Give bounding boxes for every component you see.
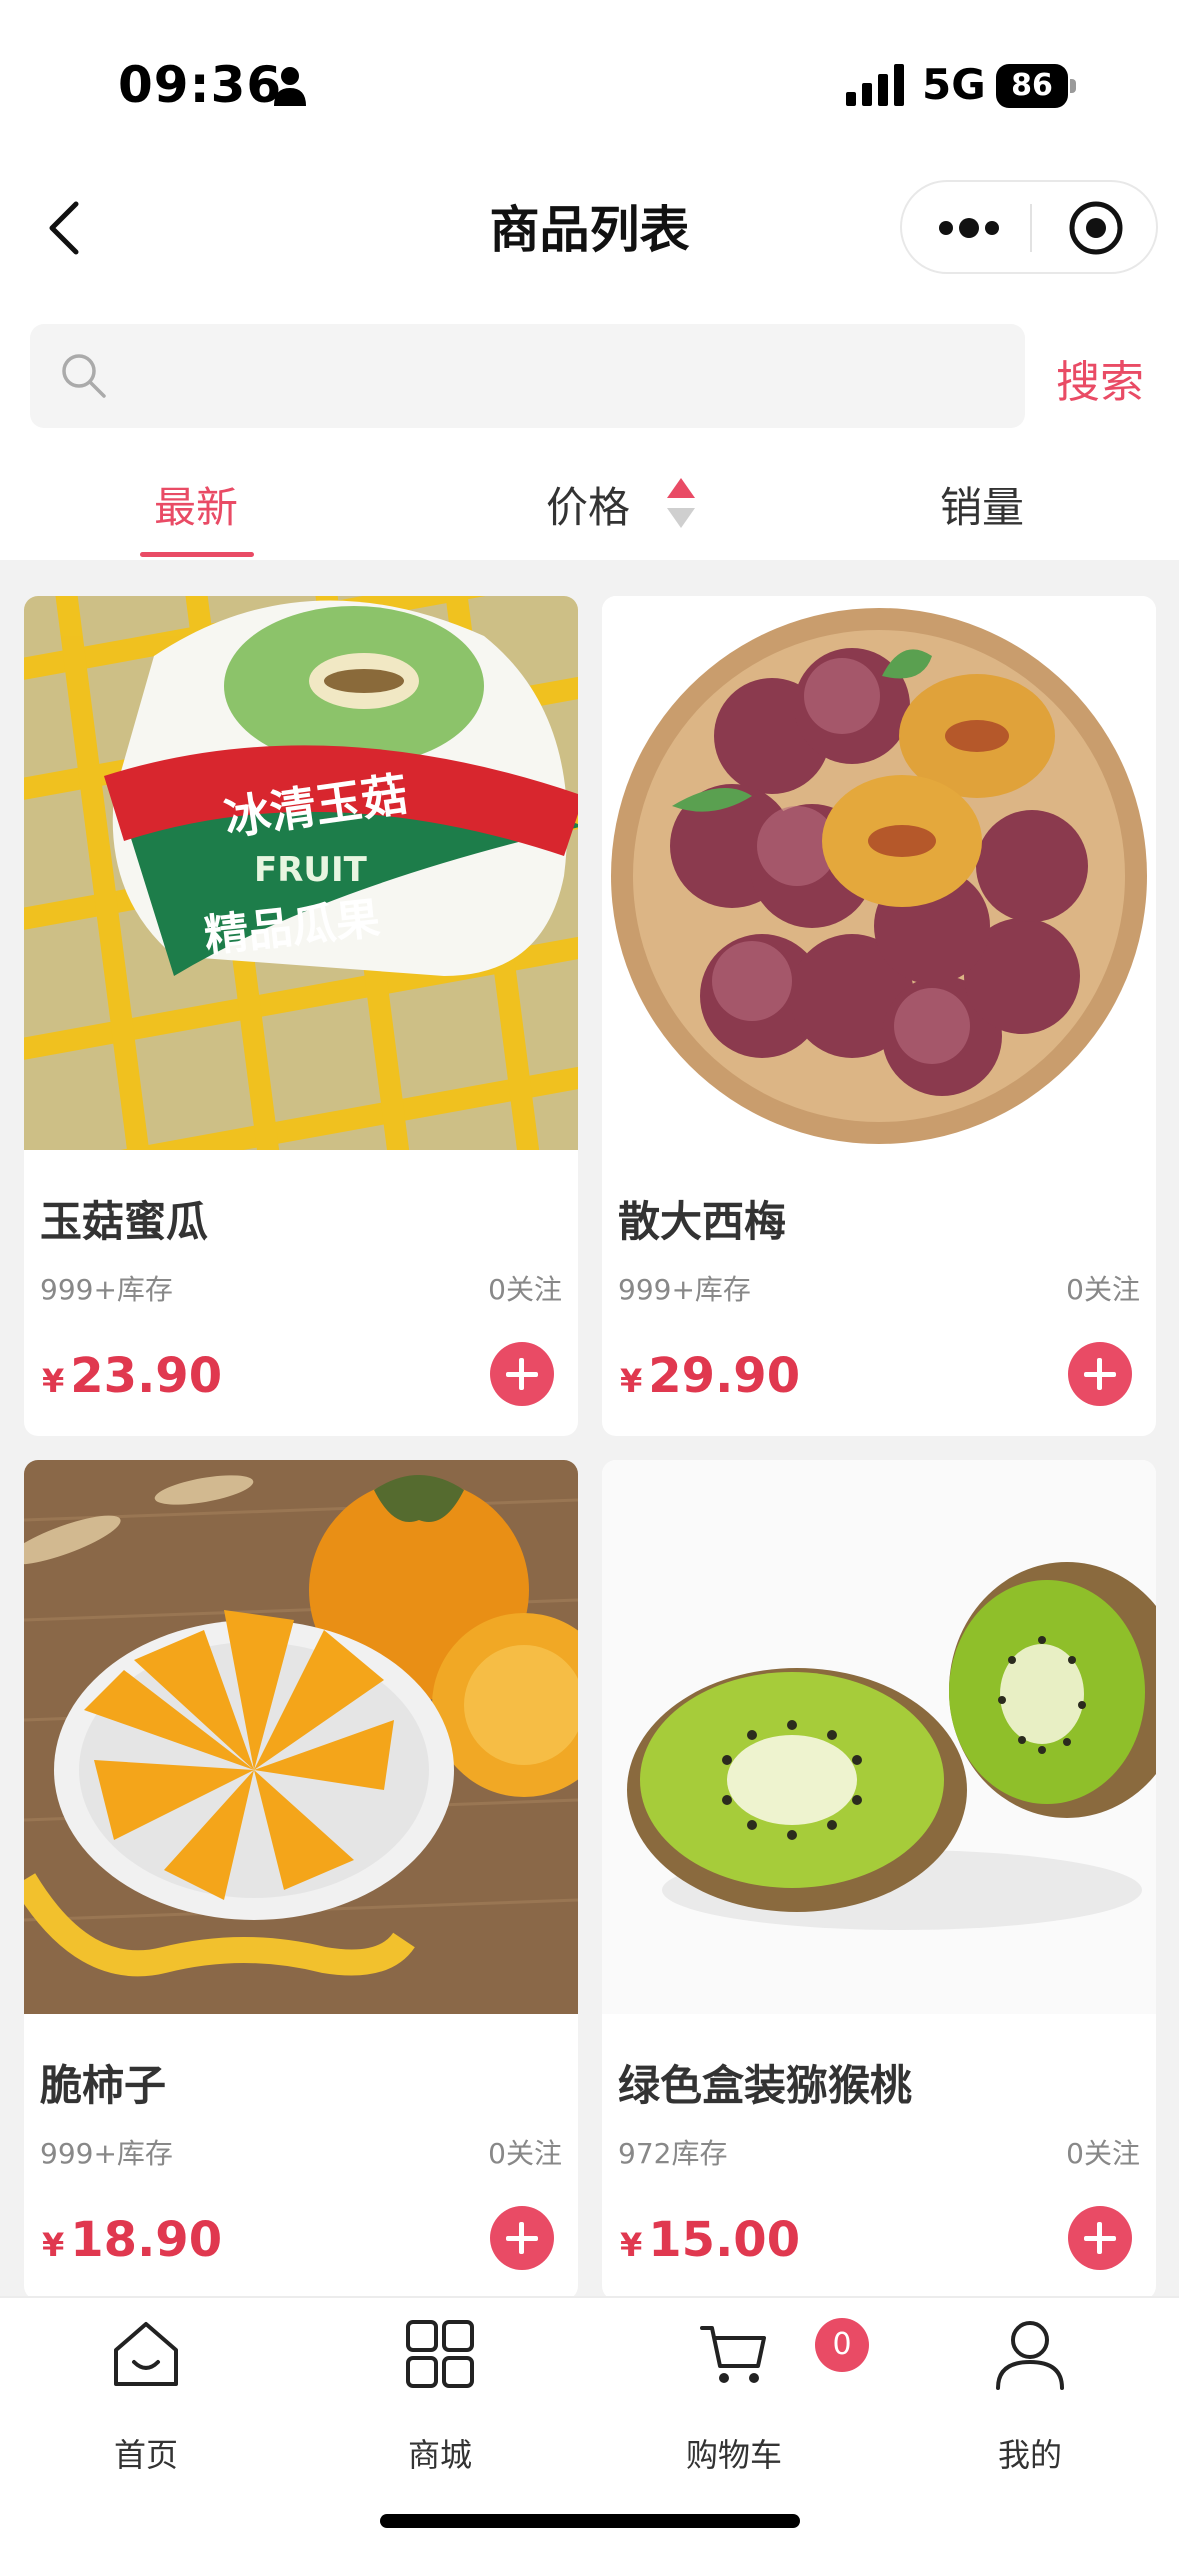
product-name: 散大西梅 [618,1197,787,1246]
tabbar-label: 购物车 [685,2436,782,2474]
product-follow: 0关注 [1066,2137,1140,2170]
tabbar-label: 商城 [407,2436,472,2474]
user-icon [996,2321,1064,2390]
product-card[interactable]: 散大西梅 999+库存 0关注 ¥29.90 [602,596,1156,1436]
tabbar-item-home[interactable]: 首页 [46,2318,246,2474]
tab-latest[interactable]: 最新 [154,474,238,535]
tabbar-item-mine[interactable]: 我的 [930,2318,1130,2474]
melon-image[interactable]: 冰清玉菇 FRUIT 精品瓜果 [24,596,578,1150]
currency-symbol: ¥ [42,2226,65,2264]
battery-level: 86 [1011,68,1053,103]
product-name: 脆柿子 [40,2061,167,2110]
add-to-cart-button[interactable] [1068,2206,1132,2270]
tabbar-label: 首页 [113,2436,178,2474]
product-price: ¥23.90 [42,1348,222,1404]
tab-sales[interactable]: 销量 [940,474,1024,535]
currency-symbol: ¥ [620,2226,643,2264]
tabbar-item-mall[interactable]: 商城 [340,2318,540,2474]
product-follow: 0关注 [1066,1273,1140,1306]
sort-arrows-icon[interactable] [664,476,698,530]
product-follow: 0关注 [488,2137,562,2170]
close-target-icon[interactable] [1068,200,1124,256]
search-bar [30,324,1025,430]
product-price: ¥15.00 [620,2212,800,2268]
price-value: 23.90 [70,1348,223,1404]
melon-label-fruit: FRUIT [254,850,368,890]
status-bar: 09:36 5G 86 [0,0,1179,170]
product-stock: 999+库存 [618,1273,751,1306]
cart-count-badge: 0 [815,2318,869,2372]
price-value: 15.00 [648,2212,801,2268]
add-to-cart-button[interactable] [490,1342,554,1406]
kiwi-image[interactable] [602,1460,1156,2014]
product-follow: 0关注 [488,1273,562,1306]
home-icon [114,2322,178,2386]
search-icon [62,354,106,398]
battery-icon: 86 [996,64,1078,108]
active-tab-underline [140,552,254,557]
product-name: 绿色盒装猕猴桃 [618,2061,913,2110]
persimmon-image[interactable] [24,1460,578,2014]
capsule-divider [1030,204,1032,252]
tabbar-item-cart[interactable]: 购物车 [634,2318,834,2474]
product-stock: 999+库存 [40,1273,173,1306]
product-stock: 999+库存 [40,2137,173,2170]
add-to-cart-button[interactable] [490,2206,554,2270]
price-value: 18.90 [70,2212,223,2268]
product-card[interactable]: 脆柿子 999+库存 0关注 ¥18.90 [24,1460,578,2300]
person-icon [274,67,306,106]
mini-program-capsule [900,180,1158,274]
product-card[interactable]: 绿色盒装猕猴桃 972库存 0关注 ¥15.00 [602,1460,1156,2300]
currency-symbol: ¥ [620,1362,643,1400]
product-stock: 972库存 [618,2137,728,2170]
grid-icon [406,2320,474,2388]
plum-image[interactable] [602,596,1156,1150]
network-label: 5G [922,60,986,109]
status-time: 09:36 [118,56,283,114]
add-to-cart-button[interactable] [1068,1342,1132,1406]
tabbar-label: 我的 [997,2436,1062,2474]
product-price: ¥18.90 [42,2212,222,2268]
currency-symbol: ¥ [42,1362,65,1400]
signal-icon [846,64,904,106]
cart-icon [700,2326,766,2383]
search-input[interactable] [126,324,1010,430]
price-value: 29.90 [648,1348,801,1404]
tab-price[interactable]: 价格 [546,474,630,535]
search-button[interactable]: 搜索 [1056,346,1144,410]
product-card[interactable]: 冰清玉菇 FRUIT 精品瓜果 玉菇蜜瓜 999+库存 0关注 ¥23.90 [24,596,578,1436]
more-icon[interactable] [934,210,1004,246]
product-name: 玉菇蜜瓜 [40,1197,209,1246]
home-indicator[interactable] [380,2514,800,2528]
product-price: ¥29.90 [620,1348,800,1404]
